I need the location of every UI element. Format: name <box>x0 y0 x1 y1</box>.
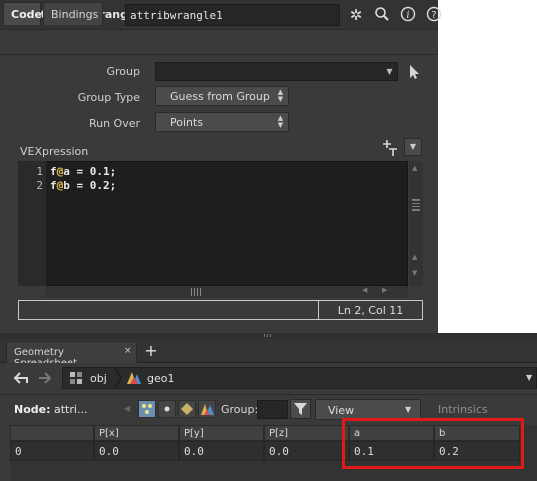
column-header-py[interactable]: P[y] <box>179 425 264 441</box>
group-field[interactable] <box>155 62 398 81</box>
select-arrow-icon[interactable] <box>406 62 422 81</box>
code-line[interactable]: f@a = 0.1; <box>50 165 116 178</box>
filter-icon[interactable] <box>290 399 311 419</box>
tab-geometry-spreadsheet[interactable]: Geometry Spreadsheet <box>6 341 137 369</box>
search-icon[interactable] <box>373 6 391 24</box>
points-view-button[interactable] <box>138 400 156 418</box>
info-icon[interactable]: i <box>399 6 417 24</box>
updown-arrow-icon: ▲ ▼ <box>277 88 284 103</box>
cursor-position: Ln 2, Col 11 <box>337 304 404 317</box>
run-over-value: Points <box>170 116 204 129</box>
prev-arrow-icon[interactable]: ◀ <box>124 404 130 413</box>
node-name-field[interactable]: attribwrangle1 <box>125 4 340 26</box>
tab-bindings[interactable]: Bindings <box>43 2 103 25</box>
breadcrumb-separator-icon <box>114 367 123 389</box>
tab-code[interactable]: Code <box>3 2 42 25</box>
breadcrumb-geo1[interactable]: geo1 <box>147 372 174 385</box>
column-header-index[interactable] <box>10 425 94 441</box>
intrinsics-button[interactable]: Intrinsics <box>438 403 488 416</box>
column-header-pz[interactable]: P[z] <box>264 425 349 441</box>
group-filter-label: Group: <box>221 403 259 416</box>
svg-text:i: i <box>406 10 409 21</box>
updown-arrow-icon: ▲ ▼ <box>277 114 284 129</box>
code-line[interactable]: f@b = 0.2; <box>50 179 116 192</box>
group-type-label: Group Type <box>77 91 140 104</box>
table-cell[interactable]: 0.0 <box>94 441 179 461</box>
run-over-dropdown[interactable]: Points ▲ ▼ <box>155 112 289 132</box>
geometry-object-icon <box>127 372 141 384</box>
vexpression-label: VEXpression <box>20 145 89 158</box>
highlight-annotation <box>342 418 524 469</box>
node-indicator: Node: attri... <box>14 403 88 416</box>
gear-icon[interactable]: ✲ <box>347 6 365 24</box>
chevron-down-icon: ▼ <box>405 405 412 414</box>
editor-horizontal-scrollbar[interactable]: ◀ ▶ <box>46 286 408 298</box>
back-arrow-icon[interactable] <box>12 369 30 387</box>
editor-vertical-scrollbar[interactable]: ▲ ▲ ▼ <box>409 161 423 286</box>
vertices-view-button[interactable] <box>158 400 176 418</box>
group-filter-field[interactable] <box>257 400 288 419</box>
help-icon[interactable]: ? <box>425 6 443 24</box>
parameter-tabs <box>0 30 438 55</box>
line-number: 1 <box>36 165 43 178</box>
group-type-value: Guess from Group <box>170 90 270 103</box>
group-type-dropdown[interactable]: Guess from Group ▲ ▼ <box>155 86 289 106</box>
table-row-index[interactable]: 0 <box>10 441 94 461</box>
line-number: 2 <box>36 179 43 192</box>
detail-view-button[interactable] <box>198 400 216 418</box>
table-cell[interactable]: 0.0 <box>179 441 264 461</box>
forward-arrow-icon[interactable] <box>36 369 54 387</box>
column-header-px[interactable]: P[x] <box>94 425 179 441</box>
insert-snippet-icon[interactable] <box>381 139 401 157</box>
vexpression-menu-button[interactable]: ▼ <box>404 138 422 156</box>
path-menu-arrow-icon[interactable]: ▼ <box>526 373 532 382</box>
obj-network-icon <box>70 372 82 384</box>
run-over-label: Run Over <box>88 117 140 130</box>
svg-text:?: ? <box>431 10 436 21</box>
group-menu-arrow-icon[interactable]: ▼ <box>381 62 398 81</box>
add-tab-button[interactable]: + <box>143 341 159 361</box>
breadcrumb-obj[interactable]: obj <box>90 372 107 385</box>
table-cell[interactable]: 0.0 <box>264 441 349 461</box>
primitives-view-button[interactable] <box>178 400 196 418</box>
close-tab-icon[interactable]: × <box>124 346 132 356</box>
group-label: Group <box>106 65 141 78</box>
